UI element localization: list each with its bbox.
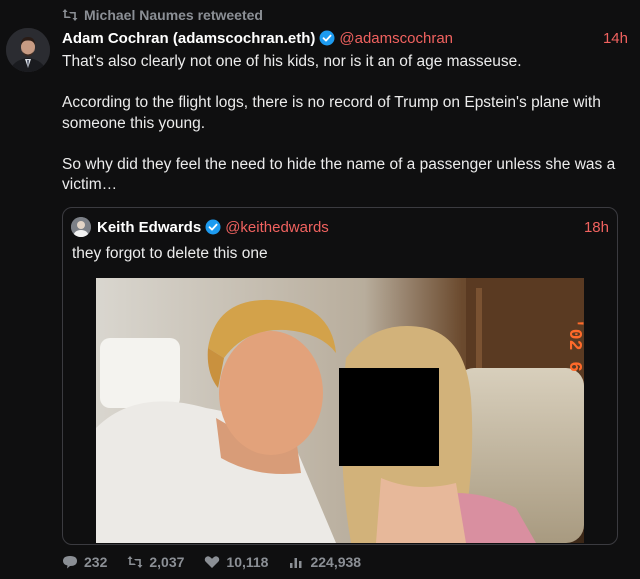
- tweet-paragraph: According to the flight logs, there is n…: [62, 94, 601, 132]
- censor-block: [339, 368, 439, 466]
- tweet-body: That's also clearly not one of his kids,…: [62, 52, 622, 216]
- quoted-author-handle[interactable]: @keithedwards: [225, 219, 329, 236]
- verified-badge-icon: [205, 219, 221, 235]
- quoted-tweet[interactable]: Keith Edwards @keithedwards 18h they for…: [62, 207, 618, 545]
- reply-button[interactable]: 232: [62, 554, 107, 570]
- tweet-action-bar: 232 2,037 10,118 224,938: [62, 552, 381, 572]
- view-count: 224,938: [310, 554, 362, 570]
- quoted-timestamp[interactable]: 18h: [584, 219, 609, 236]
- retweet-icon: [62, 9, 78, 21]
- retweet-indicator: Michael Naumes retweeted: [62, 7, 263, 23]
- reply-count: 232: [84, 554, 108, 570]
- reply-icon: [63, 556, 77, 569]
- quoted-avatar[interactable]: [71, 217, 91, 237]
- quoted-author-name[interactable]: Keith Edwards: [97, 219, 201, 236]
- retweet-count: 2,037: [149, 554, 185, 570]
- photo-date-stamp: '02 6: [564, 318, 584, 372]
- retweet-button[interactable]: 2,037: [127, 554, 184, 570]
- tweet-header: Adam Cochran (adamscochran.eth) @adamsco…: [62, 28, 628, 48]
- like-count: 10,118: [226, 554, 269, 570]
- heart-icon: [205, 556, 220, 568]
- views-button[interactable]: 224,938: [288, 554, 361, 570]
- avatar[interactable]: [6, 28, 50, 72]
- author-handle[interactable]: @adamscochran: [339, 30, 453, 47]
- verified-badge-icon: [319, 30, 335, 46]
- quoted-tweet-text: they forgot to delete this one: [72, 245, 268, 262]
- tweet-paragraph: That's also clearly not one of his kids,…: [62, 53, 522, 70]
- views-chart-icon: [290, 558, 302, 568]
- retweet-text: Michael Naumes retweeted: [84, 7, 263, 23]
- like-button[interactable]: 10,118: [204, 554, 268, 570]
- quoted-photo[interactable]: '02 6: [96, 278, 584, 543]
- tweet-paragraph: So why did they feel the need to hide th…: [62, 155, 616, 194]
- quoted-tweet-header: Keith Edwards @keithedwards 18h: [71, 216, 609, 238]
- author-name[interactable]: Adam Cochran (adamscochran.eth): [62, 30, 315, 47]
- retweet-icon: [127, 556, 143, 568]
- tweet-timestamp[interactable]: 14h: [603, 30, 628, 47]
